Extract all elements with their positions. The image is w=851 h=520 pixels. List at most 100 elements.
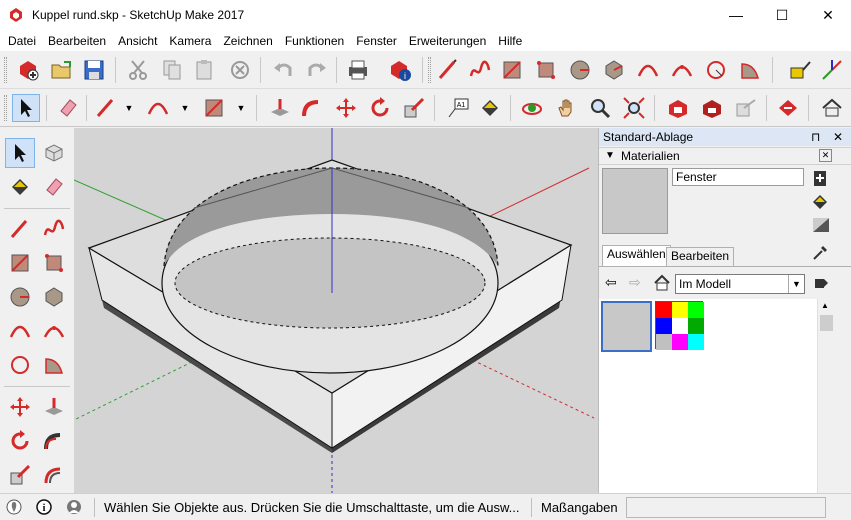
freehand-tool[interactable] (39, 214, 69, 244)
minimize-button[interactable]: — (713, 0, 759, 30)
undo-button[interactable] (270, 56, 298, 84)
info-icon[interactable]: i (36, 499, 52, 515)
select-tool[interactable] (5, 138, 35, 168)
arc-tool-button[interactable] (144, 94, 172, 122)
rectangle-button[interactable] (498, 56, 526, 84)
material-swatch-selected[interactable] (601, 301, 652, 352)
toolbar-grip[interactable] (4, 95, 7, 121)
model-info-button[interactable]: i (386, 56, 414, 84)
rotate-button[interactable] (366, 94, 394, 122)
extension-warehouse-button[interactable] (698, 94, 726, 122)
material-name-field[interactable]: Fenster (672, 168, 804, 186)
default-material-icon[interactable] (811, 216, 831, 234)
scrollbar-thumb[interactable] (820, 315, 833, 331)
swatch-scrollbar[interactable]: ▲ (817, 299, 834, 493)
scale-tool[interactable] (5, 460, 35, 490)
menu-erweiterungen[interactable]: Erweiterungen (403, 34, 492, 48)
erase-button[interactable] (226, 56, 254, 84)
collapse-arrow-icon[interactable]: ▼ (605, 148, 615, 164)
chevron-down-icon[interactable]: ▼ (124, 101, 134, 115)
details-icon[interactable] (813, 275, 829, 291)
arc-button[interactable] (634, 56, 662, 84)
tray-close-button[interactable]: ✕ (833, 128, 843, 146)
scale-button[interactable] (400, 94, 428, 122)
line-button[interactable] (434, 56, 462, 84)
menu-kamera[interactable]: Kamera (163, 34, 217, 48)
arc-tool[interactable] (5, 316, 35, 346)
rotated-rectangle-tool[interactable] (39, 248, 69, 278)
zoom-button[interactable] (586, 94, 614, 122)
back-icon[interactable]: ⇦ (605, 274, 621, 292)
measurements-input[interactable] (626, 497, 826, 518)
rectangle-tool[interactable] (5, 248, 35, 278)
send-to-layout-button[interactable] (774, 94, 802, 122)
line-tool[interactable] (5, 214, 35, 244)
copy-button[interactable] (158, 56, 186, 84)
circle-tool[interactable] (5, 282, 35, 312)
print-button[interactable] (344, 56, 372, 84)
menu-datei[interactable]: Datei (2, 34, 42, 48)
paste-button[interactable] (190, 56, 218, 84)
redo-button[interactable] (302, 56, 330, 84)
move-tool[interactable] (5, 392, 35, 422)
pan-button[interactable] (552, 94, 580, 122)
orbit-button[interactable] (518, 94, 546, 122)
eyedropper-icon[interactable] (811, 244, 829, 262)
polygon-tool[interactable] (39, 282, 69, 312)
panel-close-button[interactable]: ✕ (819, 149, 832, 162)
shapes-button[interactable] (200, 94, 228, 122)
colors-swatch[interactable] (655, 301, 704, 350)
tape-measure-button[interactable] (786, 56, 814, 84)
menu-bearbeiten[interactable]: Bearbeiten (42, 34, 112, 48)
library-select[interactable]: Im Modell ▼ (675, 274, 805, 294)
paint-bucket-tool[interactable] (5, 172, 35, 202)
axes-button[interactable] (818, 56, 846, 84)
sample-paint-icon[interactable] (811, 192, 829, 212)
share-button[interactable] (732, 94, 760, 122)
menu-hilfe[interactable]: Hilfe (492, 34, 528, 48)
offset-tool[interactable] (39, 460, 69, 490)
paint-bucket-button[interactable] (476, 94, 504, 122)
materials-panel-header[interactable]: ▼ Materialien ✕ (599, 147, 851, 165)
user-icon[interactable] (66, 499, 82, 515)
maximize-button[interactable]: ☐ (759, 0, 805, 30)
pencil-button[interactable] (92, 94, 120, 122)
tab-bearbeiten[interactable]: Bearbeiten (666, 247, 735, 266)
select-button[interactable] (12, 94, 40, 122)
toolbar-grip[interactable] (428, 57, 431, 83)
home-icon[interactable] (653, 274, 671, 292)
pin-icon[interactable]: ⊓ (811, 128, 820, 146)
save-button[interactable] (80, 56, 108, 84)
follow-me-tool[interactable] (39, 426, 69, 456)
zoom-extents-button[interactable] (620, 94, 648, 122)
scroll-up-icon[interactable]: ▲ (821, 301, 829, 310)
push-pull-button[interactable] (266, 94, 294, 122)
move-button[interactable] (332, 94, 360, 122)
rotate-tool[interactable] (5, 426, 35, 456)
drawing-viewport[interactable] (74, 128, 598, 493)
pie-button[interactable] (736, 56, 764, 84)
cut-button[interactable] (124, 56, 152, 84)
menu-fenster[interactable]: Fenster (350, 34, 403, 48)
tab-auswaehlen[interactable]: Auswählen (602, 245, 671, 266)
menu-ansicht[interactable]: Ansicht (112, 34, 163, 48)
polygon-button[interactable] (600, 56, 628, 84)
two-point-arc-button[interactable] (668, 56, 696, 84)
make-component-tool[interactable] (39, 138, 69, 168)
pie-tool[interactable] (39, 350, 69, 380)
open-button[interactable] (48, 56, 76, 84)
eraser-tool[interactable] (39, 172, 69, 202)
eraser-button[interactable] (54, 94, 82, 122)
home-button[interactable] (818, 94, 846, 122)
follow-me-button[interactable] (298, 94, 326, 122)
warehouse-button[interactable] (664, 94, 692, 122)
chevron-down-icon[interactable]: ▼ (236, 101, 246, 115)
three-point-arc-button[interactable] (702, 56, 730, 84)
close-window-button[interactable]: ✕ (805, 0, 851, 30)
new-material-icon[interactable] (811, 168, 829, 188)
forward-icon[interactable]: ⇨ (629, 274, 645, 292)
freehand-button[interactable] (466, 56, 494, 84)
toolbar-grip[interactable] (4, 57, 7, 83)
geolocation-icon[interactable] (6, 499, 22, 515)
rotated-rectangle-button[interactable] (532, 56, 560, 84)
